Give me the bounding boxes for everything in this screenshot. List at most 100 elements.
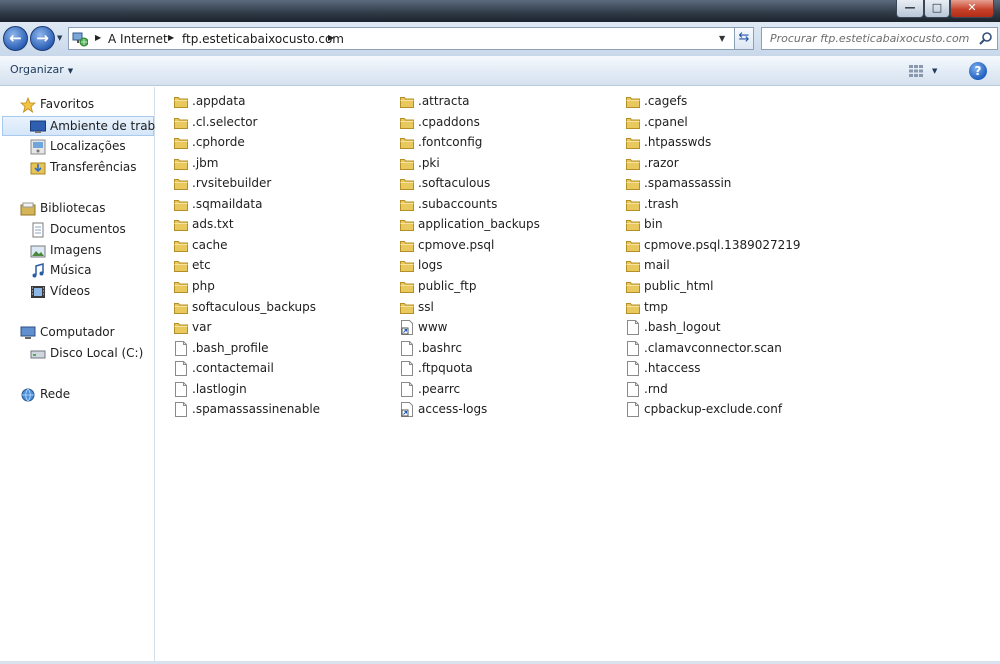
file-item[interactable]: .bash_logout: [626, 318, 841, 338]
folder-item[interactable]: .trash: [626, 195, 841, 215]
breadcrumb-separator-icon[interactable]: ▶: [95, 33, 101, 42]
folder-item[interactable]: .htpasswds: [626, 133, 841, 153]
sidebar-group-favorites[interactable]: Favoritos: [20, 95, 150, 115]
folder-item[interactable]: public_ftp: [400, 277, 615, 297]
view-options-dropdown[interactable]: ▼: [932, 67, 937, 75]
folder-item[interactable]: etc: [174, 256, 389, 276]
folder-item[interactable]: logs: [400, 256, 615, 276]
folder-item[interactable]: .cpaddons: [400, 113, 615, 133]
breadcrumb-internet[interactable]: A Internet: [108, 32, 168, 46]
folder-item[interactable]: cpmove.psql.1389027219: [626, 236, 841, 256]
breadcrumb-ftp-host[interactable]: ftp.esteticabaixocusto.com: [182, 32, 344, 46]
file-item[interactable]: .htaccess: [626, 359, 841, 379]
folder-item[interactable]: ads.txt: [174, 215, 389, 235]
file-item[interactable]: .spamassassinenable: [174, 400, 389, 420]
forward-button[interactable]: →: [30, 26, 55, 51]
chevron-down-icon[interactable]: ▼: [719, 34, 725, 43]
folder-item[interactable]: cache: [174, 236, 389, 256]
folder-item[interactable]: .jbm: [174, 154, 389, 174]
file-item[interactable]: .pearrc: [400, 380, 615, 400]
folder-item[interactable]: .cpanel: [626, 113, 841, 133]
sidebar-group-network[interactable]: Rede: [20, 385, 150, 405]
help-icon[interactable]: ?: [969, 62, 987, 80]
folder-item[interactable]: .cphorde: [174, 133, 389, 153]
file-name: cpmove.psql: [418, 238, 495, 252]
folder-icon: [400, 118, 414, 129]
file-item[interactable]: cpbackup-exclude.conf: [626, 400, 841, 420]
sidebar-group-libraries[interactable]: Bibliotecas: [20, 199, 150, 219]
folder-item[interactable]: php: [174, 277, 389, 297]
folder-icon: [400, 220, 414, 231]
file-name: logs: [418, 258, 443, 272]
sidebar-group-computer[interactable]: Computador: [20, 323, 150, 343]
shortcut-item[interactable]: www: [400, 318, 615, 338]
change-view-icon[interactable]: [908, 64, 924, 78]
folder-item[interactable]: var: [174, 318, 389, 338]
maximize-button[interactable]: □: [924, 0, 950, 18]
file-name: .contactemail: [192, 361, 274, 375]
file-name: .lastlogin: [192, 382, 247, 396]
recent-pages-dropdown[interactable]: ▼: [57, 34, 62, 42]
breadcrumb-separator-icon[interactable]: ▶: [168, 33, 174, 42]
folder-item[interactable]: .fontconfig: [400, 133, 615, 153]
folder-item[interactable]: bin: [626, 215, 841, 235]
organize-button[interactable]: Organizar ▼: [10, 63, 73, 76]
shortcut-item[interactable]: access-logs: [400, 400, 615, 420]
file-item[interactable]: .contactemail: [174, 359, 389, 379]
sidebar-item-label: Imagens: [50, 243, 102, 257]
file-name: php: [192, 279, 215, 293]
file-name: .bash_profile: [192, 341, 269, 355]
file-name: .fontconfig: [418, 135, 483, 149]
folder-item[interactable]: mail: [626, 256, 841, 276]
back-button[interactable]: ←: [3, 26, 28, 51]
folder-item[interactable]: .cagefs: [626, 92, 841, 112]
address-bar[interactable]: ▶ A Internet ▶ ftp.esteticabaixocusto.co…: [68, 27, 754, 50]
folder-item[interactable]: .attracta: [400, 92, 615, 112]
file-item[interactable]: .lastlogin: [174, 380, 389, 400]
folder-item[interactable]: .softaculous: [400, 174, 615, 194]
folder-item[interactable]: .subaccounts: [400, 195, 615, 215]
file-icon: [175, 402, 187, 417]
folder-item[interactable]: .pki: [400, 154, 615, 174]
sidebar-item-desktop[interactable]: Ambiente de trabalho: [2, 116, 181, 136]
folder-item[interactable]: softaculous_backups: [174, 298, 389, 318]
file-item[interactable]: .bashrc: [400, 339, 615, 359]
sidebar-item-downloads[interactable]: Transferências: [30, 158, 152, 178]
close-button[interactable]: ✕: [950, 0, 994, 18]
folder-item[interactable]: application_backups: [400, 215, 615, 235]
folder-icon: [626, 282, 640, 293]
search-icon[interactable]: [978, 31, 994, 47]
folder-item[interactable]: .cl.selector: [174, 113, 389, 133]
minimize-button[interactable]: —: [896, 0, 924, 18]
refresh-button[interactable]: ⇆: [734, 27, 754, 50]
sidebar-item-videos[interactable]: Vídeos: [30, 282, 152, 302]
folder-item[interactable]: .spamassassin: [626, 174, 841, 194]
sidebar-item-places[interactable]: Localizações: [30, 137, 152, 157]
file-name: .spamassassin: [644, 176, 732, 190]
search-input[interactable]: Procurar ftp.esteticabaixocusto.com: [761, 27, 998, 50]
folder-item[interactable]: public_html: [626, 277, 841, 297]
file-item[interactable]: .ftpquota: [400, 359, 615, 379]
file-name: .htaccess: [644, 361, 701, 375]
sidebar-item-local-disk[interactable]: Disco Local (C:): [30, 344, 152, 364]
folder-icon: [174, 241, 188, 252]
sidebar-item-documents[interactable]: Documentos: [30, 220, 152, 240]
folder-item[interactable]: .sqmaildata: [174, 195, 389, 215]
folder-item[interactable]: tmp: [626, 298, 841, 318]
sidebar-item-label: Localizações: [50, 139, 126, 153]
folder-item[interactable]: .rvsitebuilder: [174, 174, 389, 194]
folder-item[interactable]: cpmove.psql: [400, 236, 615, 256]
sidebar-item-pictures[interactable]: Imagens: [30, 241, 152, 261]
file-name: .appdata: [192, 94, 246, 108]
file-item[interactable]: .clamavconnector.scan: [626, 339, 841, 359]
folder-item[interactable]: .appdata: [174, 92, 389, 112]
folder-item[interactable]: .razor: [626, 154, 841, 174]
file-item[interactable]: .rnd: [626, 380, 841, 400]
folder-item[interactable]: ssl: [400, 298, 615, 318]
arrow-right-icon: →: [36, 29, 49, 47]
folder-icon: [626, 241, 640, 252]
breadcrumb-separator-icon[interactable]: ▶: [328, 33, 334, 42]
file-item[interactable]: .bash_profile: [174, 339, 389, 359]
sidebar-item-music[interactable]: Música: [30, 261, 152, 281]
folder-icon: [400, 179, 414, 190]
